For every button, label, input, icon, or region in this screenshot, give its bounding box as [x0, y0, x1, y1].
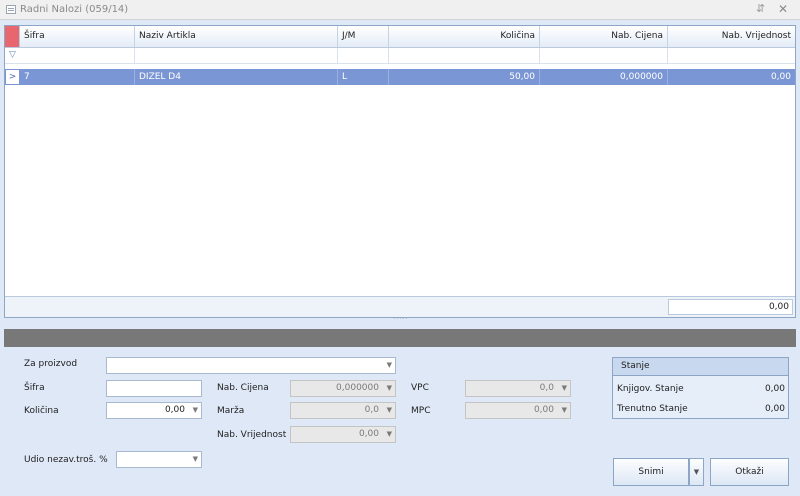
chevron-down-icon[interactable]: ▼ — [193, 452, 198, 467]
snimi-dropdown-icon[interactable]: ▼ — [689, 458, 704, 486]
chevron-down-icon: ▼ — [561, 384, 567, 392]
title-bar: Radni Nalozi (059/14) ⇵ ✕ — [0, 0, 800, 20]
grid-footer: 0,00 — [5, 296, 795, 317]
label-sifra: Šifra — [24, 383, 45, 393]
filter-cell-jm[interactable] — [338, 48, 389, 63]
row-indicator-header — [5, 26, 20, 47]
column-header-nab-vrijednost[interactable]: Nab. Vrijednost — [668, 26, 795, 47]
stanje-title: Stanje — [613, 358, 788, 376]
snimi-button[interactable]: Snimi — [613, 458, 689, 486]
cell-naziv[interactable]: DIZEL D4 — [135, 69, 338, 85]
cell-nab-vrijednost[interactable]: 0,00 — [668, 69, 795, 85]
marza-input: 0,0 ▼ — [290, 402, 396, 419]
filter-row[interactable]: ▽ — [5, 48, 795, 64]
filter-cell-nab-cijena[interactable] — [540, 48, 668, 63]
chevron-down-icon: ▼ — [386, 430, 392, 438]
mpc-input: 0,00 ▼ — [465, 402, 571, 419]
cell-kolicina[interactable]: 50,00 — [389, 69, 540, 85]
otkazi-button[interactable]: Otkaži — [710, 458, 789, 486]
sifra-input[interactable] — [106, 380, 202, 397]
column-header-nab-cijena[interactable]: Nab. Cijena — [540, 26, 668, 47]
label-vpc: VPC — [411, 383, 429, 393]
footer-sum-nab-vrijednost: 0,00 — [668, 299, 793, 315]
filter-cell-kolicina[interactable] — [389, 48, 540, 63]
row-pointer-icon: > — [5, 69, 20, 85]
trenutno-stanje-label: Trenutno Stanje — [617, 404, 688, 414]
filter-cell-naziv[interactable] — [135, 48, 338, 63]
chevron-down-icon: ▼ — [386, 406, 392, 414]
trenutno-stanje-value: 0,00 — [764, 404, 785, 414]
splitter-handle[interactable]: ····· — [4, 317, 796, 323]
kolicina-input[interactable]: 0,00 ▼ — [106, 402, 202, 419]
label-nab-cijena: Nab. Cijena — [217, 383, 269, 393]
knjigov-stanje-label: Knjigov. Stanje — [617, 384, 684, 394]
label-za-proizvod: Za proizvod — [24, 359, 78, 369]
udio-select[interactable]: ▼ — [116, 451, 202, 468]
label-kolicina: Količina — [24, 406, 59, 416]
knjigov-stanje-row: Knjigov. Stanje 0,00 — [617, 382, 785, 396]
filter-icon[interactable]: ▽ — [8, 50, 17, 60]
table-row[interactable]: > 7 DIZEL D4 L 50,00 0,000000 0,00 — [5, 69, 795, 85]
chevron-down-icon: ▼ — [386, 384, 392, 392]
column-header-jm[interactable]: J/M — [338, 26, 389, 47]
chevron-down-icon: ▼ — [561, 406, 567, 414]
window-icon — [6, 5, 16, 14]
window-title: Radni Nalozi (059/14) — [20, 4, 129, 15]
cell-sifra[interactable]: 7 — [20, 69, 135, 85]
column-header-kolicina[interactable]: Količina — [389, 26, 540, 47]
vpc-input: 0,0 ▼ — [465, 380, 571, 397]
section-band — [4, 329, 796, 347]
trenutno-stanje-row: Trenutno Stanje 0,00 — [617, 402, 785, 416]
label-marza: Marža — [217, 406, 245, 416]
pin-icon[interactable]: ⇵ — [756, 2, 765, 15]
za-proizvod-select[interactable]: ▼ — [106, 357, 396, 374]
knjigov-stanje-value: 0,00 — [764, 384, 785, 394]
grid-header: Šifra Naziv Artikla J/M Količina Nab. Ci… — [5, 26, 795, 48]
cell-jm[interactable]: L — [338, 69, 389, 85]
nab-cijena-input: 0,000000 ▼ — [290, 380, 396, 397]
chevron-down-icon[interactable]: ▼ — [387, 358, 392, 373]
chevron-down-icon[interactable]: ▼ — [193, 403, 198, 418]
filter-cell-sifra[interactable] — [20, 48, 135, 63]
items-grid[interactable]: Šifra Naziv Artikla J/M Količina Nab. Ci… — [4, 25, 796, 318]
label-mpc: MPC — [411, 406, 431, 416]
cell-nab-cijena[interactable]: 0,000000 — [540, 69, 668, 85]
stanje-panel: Stanje Knjigov. Stanje 0,00 Trenutno Sta… — [612, 357, 789, 419]
label-udio: Udio nezav.troš. % — [24, 455, 108, 465]
label-nab-vrijednost: Nab. Vrijednost — [217, 430, 287, 440]
column-header-naziv[interactable]: Naziv Artikla — [135, 26, 338, 47]
close-icon[interactable]: ✕ — [778, 2, 788, 16]
nab-vrijednost-input: 0,00 ▼ — [290, 426, 396, 443]
column-header-sifra[interactable]: Šifra — [20, 26, 135, 47]
